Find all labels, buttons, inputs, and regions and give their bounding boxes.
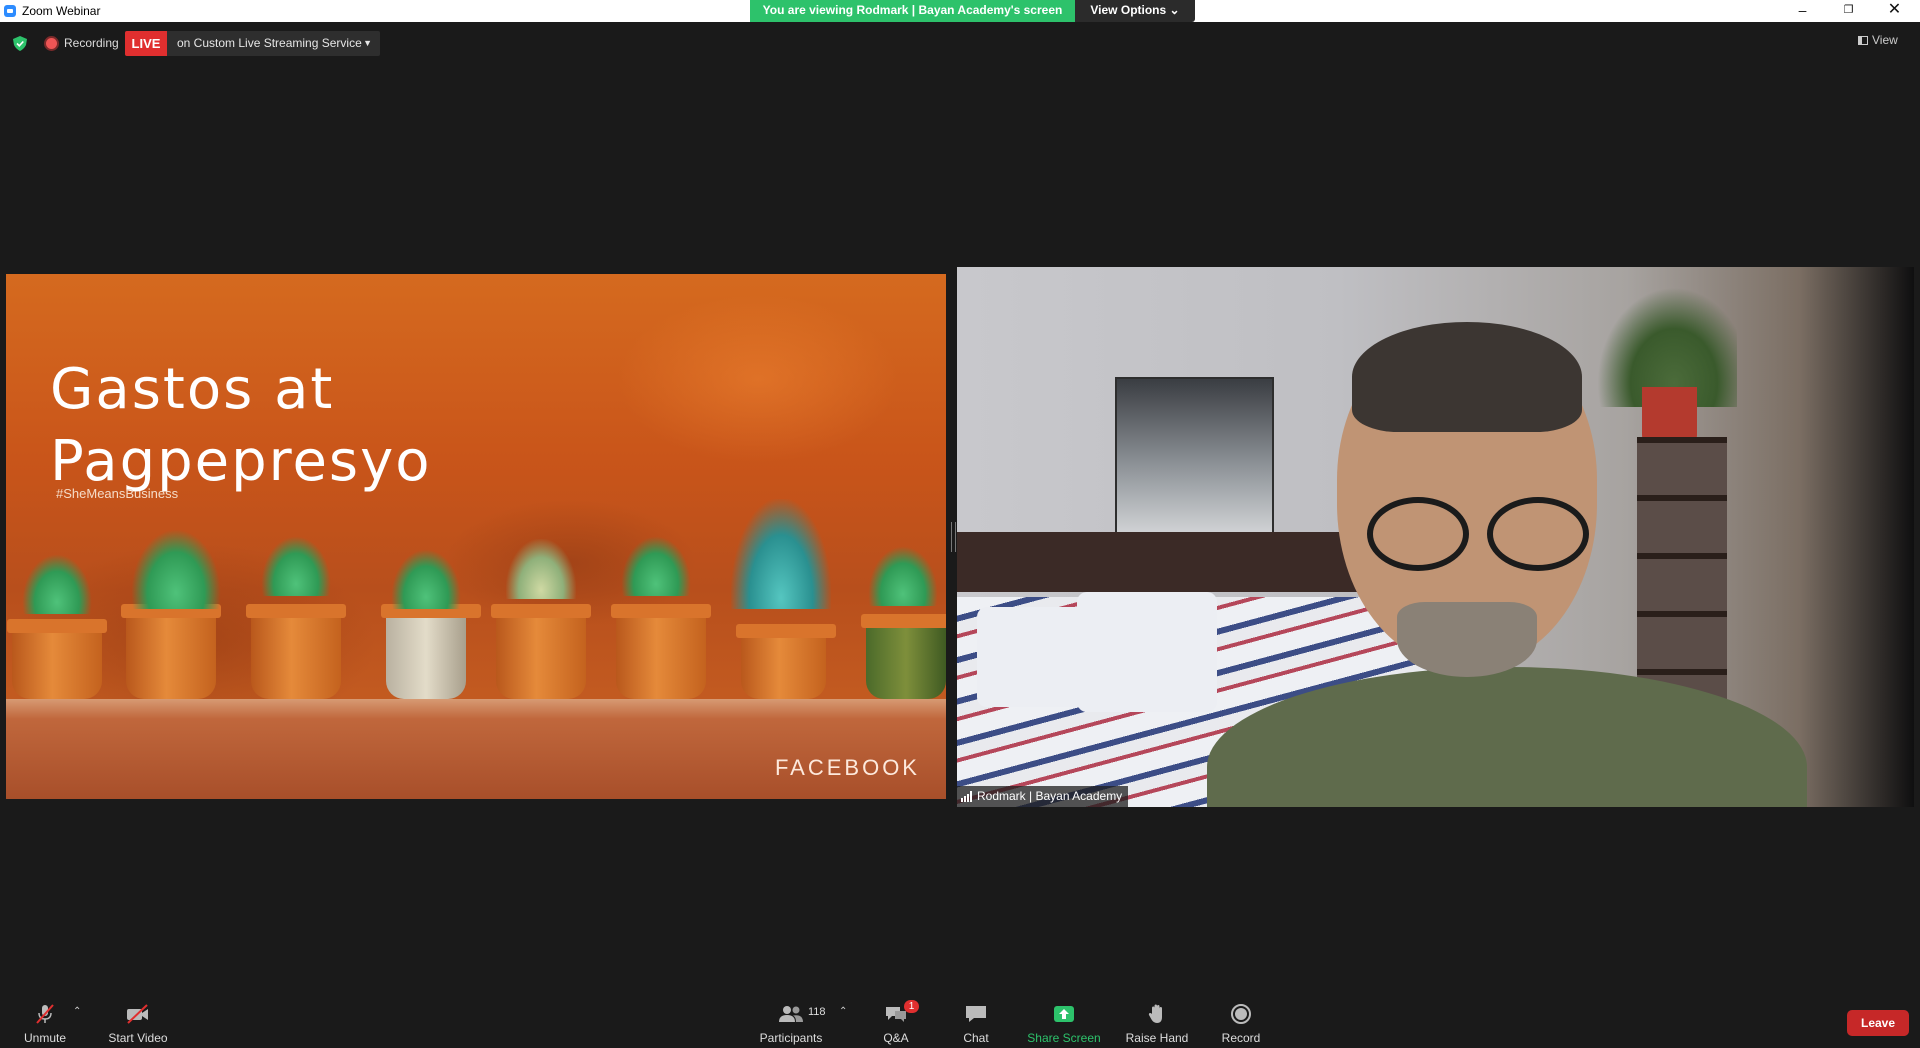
chevron-down-icon: ⌄ <box>1169 3 1180 17</box>
plant-succulent <box>261 536 331 596</box>
viewing-banner: You are viewing Rodmark | Bayan Academy'… <box>750 0 1075 22</box>
participants-label: Participants <box>759 1031 823 1045</box>
plant-pot <box>861 614 946 699</box>
plant-pot <box>381 604 481 699</box>
slide-hashtag: #SheMeansBusiness <box>56 486 179 501</box>
plant-pot <box>491 604 591 699</box>
split-view-handle[interactable] <box>951 522 956 552</box>
leave-button[interactable]: Leave <box>1847 1010 1909 1036</box>
participant-name: Rodmark | Bayan Academy <box>977 789 1123 803</box>
plant-succulent <box>131 529 221 609</box>
record-button[interactable]: Record <box>1196 1003 1286 1045</box>
pillow <box>1077 592 1217 712</box>
close-icon[interactable]: ✕ <box>1872 0 1917 22</box>
slide-brand: FACEBOOK <box>774 755 920 780</box>
raise-hand-button[interactable]: Raise Hand <box>1112 1003 1202 1045</box>
caret-down-icon: ▼ <box>363 38 372 48</box>
live-service-label: on Custom Live Streaming Service <box>177 36 362 50</box>
view-options-label: View Options <box>1090 3 1167 17</box>
plant-cactus <box>22 554 92 614</box>
start-video-button[interactable]: Start Video <box>93 1003 183 1045</box>
person-glasses <box>1357 497 1597 571</box>
recording-icon <box>46 38 57 49</box>
record-icon <box>1231 1004 1251 1024</box>
start-video-label: Start Video <box>108 1031 168 1045</box>
shield-icon[interactable] <box>13 36 27 51</box>
participants-options-caret-icon[interactable]: ⌃ <box>839 1006 847 1017</box>
record-label: Record <box>1221 1031 1261 1045</box>
plant-succulent <box>506 539 576 599</box>
video-camera-off-icon <box>127 1004 148 1024</box>
wall-picture <box>1115 377 1274 541</box>
window-title: Zoom Webinar <box>22 4 101 18</box>
participants-icon <box>779 1006 803 1022</box>
live-service-dropdown[interactable]: on Custom Live Streaming Service ▼ <box>167 31 380 56</box>
restore-icon[interactable]: ❐ <box>1826 0 1871 22</box>
plant-succulent <box>391 549 461 609</box>
plant-succulent <box>868 546 938 606</box>
zoom-app-icon <box>4 5 16 17</box>
gallery-view-icon <box>1858 36 1868 45</box>
view-button[interactable]: View <box>1858 33 1898 53</box>
plant-pot <box>7 619 107 699</box>
plant-pot <box>121 604 221 699</box>
plant-succulent <box>621 536 691 596</box>
participant-name-tag: Rodmark | Bayan Academy <box>957 786 1129 807</box>
share-screen-label: Share Screen <box>1027 1031 1101 1045</box>
microphone-muted-icon <box>36 1004 54 1024</box>
chat-button[interactable]: Chat <box>931 1003 1021 1045</box>
participant-video <box>957 267 1914 807</box>
participants-count: 118 <box>808 1006 826 1018</box>
share-screen-button[interactable]: Share Screen <box>1019 1003 1109 1045</box>
plant-agave <box>731 499 831 609</box>
minimize-icon[interactable]: – <box>1780 0 1825 22</box>
plant-pot <box>736 624 836 699</box>
shared-screen: Gastos at Pagpepresyo #SheMeansBusiness … <box>6 274 946 799</box>
qa-label: Q&A <box>883 1031 909 1045</box>
unmute-label: Unmute <box>23 1031 67 1045</box>
slide-title: Gastos at Pagpepresyo <box>50 354 432 498</box>
raise-hand-icon <box>1148 1004 1162 1023</box>
person-beard <box>1397 602 1537 677</box>
qa-notification-badge: 1 <box>904 1000 919 1013</box>
chat-icon <box>966 1006 986 1022</box>
raise-hand-label: Raise Hand <box>1125 1031 1189 1045</box>
slide-shelf <box>6 699 946 799</box>
audio-options-caret-icon[interactable]: ⌃ <box>73 1006 81 1017</box>
pillow <box>977 607 1087 707</box>
qa-button[interactable]: Q&A <box>851 1003 941 1045</box>
signal-strength-icon <box>961 791 972 802</box>
view-options-button[interactable]: View Options ⌄ <box>1075 0 1195 22</box>
headboard <box>957 532 1387 592</box>
recording-label[interactable]: Recording <box>64 36 119 50</box>
chat-label: Chat <box>963 1031 989 1045</box>
person-hair <box>1352 322 1582 432</box>
plant-pot <box>246 604 346 699</box>
view-label: View <box>1872 33 1898 47</box>
share-screen-icon <box>1054 1006 1074 1022</box>
live-badge: LIVE <box>125 31 167 56</box>
plant-pot <box>611 604 711 699</box>
slide-title-line1: Gastos at <box>50 357 335 422</box>
